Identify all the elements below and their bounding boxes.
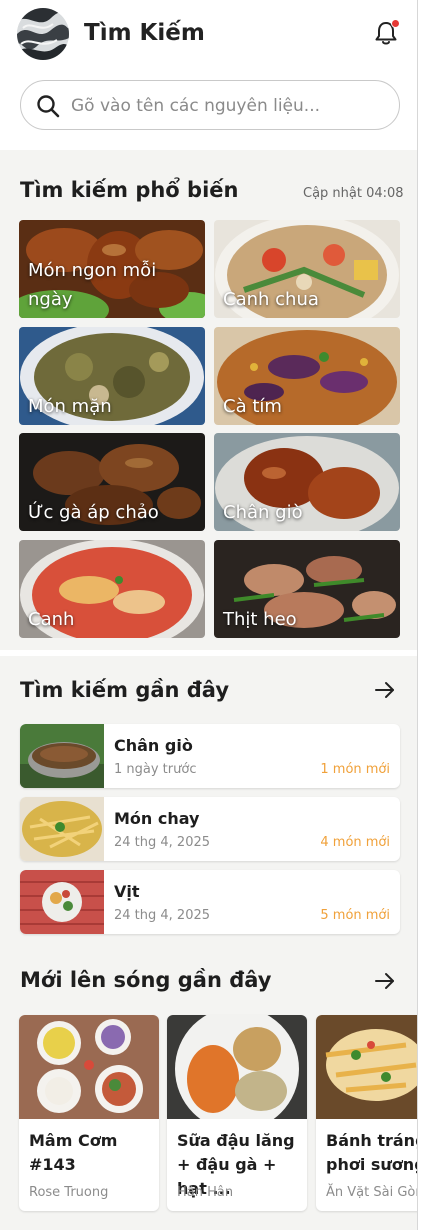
tile-label: Thịt heo [223, 609, 297, 630]
recent-date: 1 ngày trước [114, 762, 197, 777]
popular-tile[interactable]: Ức gà áp chảo [19, 433, 205, 531]
recent-item[interactable]: Vịt 24 thg 4, 2025 5 món mới [20, 870, 400, 934]
recipe-image [167, 1015, 307, 1119]
tile-label: Canh chua [223, 289, 319, 310]
popular-tile[interactable]: Cà tím [214, 327, 400, 425]
tile-label: Món ngon mỗi ngày [28, 260, 157, 310]
recent-thumb [20, 724, 104, 788]
new-recipe-card[interactable]: Mâm Cơm #143 Rose Truong [19, 1015, 159, 1211]
wave-avatar-icon [17, 8, 69, 60]
arrow-right-icon[interactable] [374, 679, 396, 701]
search-bar[interactable] [20, 80, 400, 130]
popular-tile[interactable]: Chân giò [214, 433, 400, 531]
popular-tile[interactable]: Món mặn [19, 327, 205, 425]
popular-title: Tìm kiếm phổ biến [20, 178, 239, 202]
new-recipes-title: Mới lên sóng gần đây [20, 968, 272, 992]
recent-name: Vịt [114, 882, 140, 901]
recipe-title: Bánh tráng phơi sương [326, 1131, 418, 1174]
recent-thumb [20, 797, 104, 861]
recent-title: Tìm kiếm gần đây [20, 678, 230, 702]
recipe-author: Ăn Vặt Sài Gòn [326, 1185, 418, 1200]
page-title: Tìm Kiếm [84, 20, 205, 46]
recent-item[interactable]: Món chay 24 thg 4, 2025 4 món mới [20, 797, 400, 861]
recent-new-count: 5 món mới [320, 908, 390, 923]
recipe-author: Rose Truong [29, 1185, 109, 1200]
recent-name: Chân giò [114, 736, 193, 755]
search-icon [37, 95, 60, 118]
update-time: Cập nhật 04:08 [303, 186, 404, 201]
new-recipe-card[interactable]: Bánh tráng phơi sương Ăn Vặt Sài Gòn [316, 1015, 418, 1211]
recipe-image [19, 1015, 159, 1119]
recipe-title: Mâm Cơm #143 [29, 1131, 118, 1174]
tile-label: Canh [28, 609, 75, 630]
recipe-author: Hân Hân [177, 1185, 234, 1200]
tile-label: Món mặn [28, 396, 112, 417]
search-input[interactable] [71, 93, 391, 119]
avatar[interactable] [17, 8, 69, 60]
app-screen: Tìm Kiếm Tìm kiếm phổ biến Cập nhật 04:0… [0, 0, 418, 1230]
tile-label: Chân giò [223, 502, 303, 523]
recent-name: Món chay [114, 809, 200, 828]
popular-tile[interactable]: Canh [19, 540, 205, 638]
tile-label: Cà tím [223, 396, 282, 417]
arrow-right-icon[interactable] [374, 970, 396, 992]
popular-tile[interactable]: Canh chua [214, 220, 400, 318]
popular-tile[interactable]: Thịt heo [214, 540, 400, 638]
popular-tile[interactable]: Món ngon mỗi ngày [19, 220, 205, 318]
recent-new-count: 1 món mới [320, 762, 390, 777]
notification-dot [391, 19, 400, 28]
header: Tìm Kiếm [0, 0, 417, 150]
recent-thumb [20, 870, 104, 934]
recent-new-count: 4 món mới [320, 835, 390, 850]
new-recipe-card[interactable]: Sữa đậu lăng + đậu gà + hạt ... Hân Hân [167, 1015, 307, 1211]
recent-date: 24 thg 4, 2025 [114, 908, 211, 923]
recent-item[interactable]: Chân giò 1 ngày trước 1 món mới [20, 724, 400, 788]
recent-date: 24 thg 4, 2025 [114, 835, 211, 850]
tile-label: Ức gà áp chảo [28, 502, 159, 523]
recipe-image [316, 1015, 417, 1119]
